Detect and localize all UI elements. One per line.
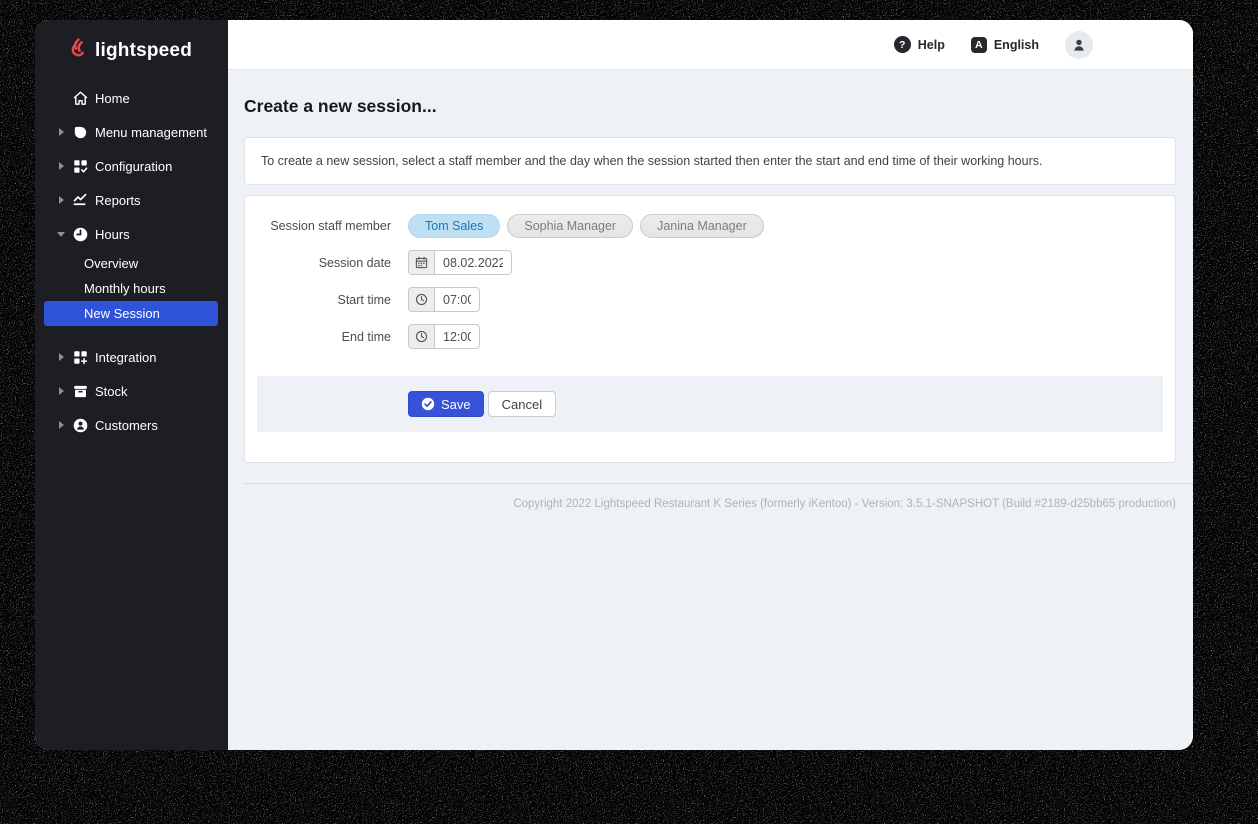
topbar: ? Help A English (228, 20, 1193, 70)
cancel-label: Cancel (501, 396, 543, 412)
home-icon (72, 90, 89, 107)
footer-divider (244, 483, 1193, 484)
sidebar-item-stock[interactable]: Stock (35, 374, 228, 408)
staff-member-row: Session staff member Tom Sales Sophia Ma… (245, 214, 1175, 238)
staff-chip-janina-manager[interactable]: Janina Manager (640, 214, 764, 238)
sidebar-item-hours[interactable]: Hours (35, 217, 228, 251)
session-form: Session staff member Tom Sales Sophia Ma… (244, 195, 1176, 463)
sidebar-item-configuration[interactable]: Configuration (35, 149, 228, 183)
chevron-right-icon (56, 162, 66, 170)
chevron-right-icon (56, 353, 66, 361)
language-label: English (993, 37, 1039, 52)
end-time-row: End time (245, 324, 1175, 349)
clock-icon (408, 324, 434, 349)
sidebar-item-label: Customers (95, 417, 158, 433)
page-content: Create a new session... To create a new … (228, 70, 1193, 750)
end-time-input[interactable] (434, 324, 480, 349)
end-time-label: End time (341, 329, 391, 344)
integration-icon (72, 349, 89, 366)
clock-icon (408, 287, 434, 312)
sidebar-item-reports[interactable]: Reports (35, 183, 228, 217)
chip-label: Janina Manager (657, 219, 747, 233)
copyright-text: Copyright 2022 Lightspeed Restaurant K S… (513, 498, 1176, 510)
session-date-row: Session date (245, 250, 1175, 275)
start-time-row: Start time (245, 287, 1175, 312)
main-area: ? Help A English Create a new session...… (228, 20, 1193, 750)
sidebar-subitem-monthly-hours[interactable]: Monthly hours (35, 276, 228, 301)
sidebar-nav: Home Menu management Configuration Repor… (35, 64, 228, 442)
brand-name: lightspeed (95, 39, 193, 61)
customers-icon (72, 417, 89, 434)
form-actions: Save Cancel (257, 376, 1163, 432)
help-icon: ? (893, 36, 911, 53)
start-time-label: Start time (337, 292, 392, 307)
sidebar-item-label: Reports (95, 192, 141, 208)
app-window: lightspeed Home Menu management Configur… (35, 20, 1193, 750)
person-icon (1074, 39, 1084, 51)
user-avatar[interactable] (1065, 30, 1093, 59)
sidebar-item-label: Menu management (95, 124, 208, 140)
menu-management-icon (72, 124, 89, 141)
start-time-group (408, 287, 480, 312)
save-button[interactable]: Save (408, 391, 484, 417)
sidebar-item-label: Configuration (95, 158, 173, 174)
page-title: Create a new session... (244, 96, 437, 116)
check-circle-icon (421, 397, 435, 411)
sidebar-subitem-overview[interactable]: Overview (35, 251, 228, 276)
flame-icon (66, 37, 88, 64)
stage: lightspeed Home Menu management Configur… (0, 0, 1258, 824)
chevron-right-icon (56, 421, 66, 429)
session-date-label: Session date (318, 255, 391, 270)
staff-member-options: Tom Sales Sophia Manager Janina Manager (408, 214, 771, 238)
session-date-input[interactable] (434, 250, 512, 275)
sidebar-item-label: Home (95, 90, 130, 106)
hours-submenu: Overview Monthly hours New Session (35, 251, 228, 326)
chevron-down-icon (56, 231, 66, 237)
chevron-right-icon (56, 387, 66, 395)
calendar-icon (408, 250, 434, 275)
sidebar-subitem-new-session[interactable]: New Session (44, 301, 218, 326)
sidebar-item-customers[interactable]: Customers (35, 408, 228, 442)
hours-clock-icon (72, 226, 89, 243)
configuration-icon (72, 158, 89, 175)
subitem-label: Monthly hours (84, 281, 166, 296)
chevron-right-icon (56, 196, 66, 204)
sidebar-item-home[interactable]: Home (35, 81, 228, 115)
end-time-group (408, 324, 480, 349)
cancel-button[interactable]: Cancel (487, 391, 557, 417)
lightspeed-logo[interactable]: lightspeed (35, 20, 228, 64)
staff-member-label: Session staff member (270, 219, 391, 233)
intro-message: To create a new session, select a staff … (244, 137, 1176, 185)
start-time-input[interactable] (434, 287, 480, 312)
stock-icon (72, 383, 89, 400)
staff-chip-sophia-manager[interactable]: Sophia Manager (507, 214, 634, 238)
chip-label: Sophia Manager (524, 219, 617, 233)
sidebar-item-label: Integration (95, 349, 157, 365)
help-label: Help (917, 37, 945, 52)
intro-text: To create a new session, select a staff … (261, 154, 1043, 168)
chevron-right-icon (56, 128, 66, 136)
translate-icon: A (970, 36, 987, 53)
sidebar-item-label: Hours (95, 226, 130, 242)
staff-chip-tom-sales[interactable]: Tom Sales (408, 214, 501, 238)
language-button[interactable]: A English (970, 36, 1039, 53)
session-date-group (408, 250, 512, 275)
sidebar-item-integration[interactable]: Integration (35, 340, 228, 374)
subitem-label: New Session (84, 306, 160, 321)
help-button[interactable]: ? Help (893, 36, 945, 53)
sidebar-item-menu-management[interactable]: Menu management (35, 115, 228, 149)
sidebar-item-label: Stock (95, 383, 128, 399)
chip-label: Tom Sales (425, 219, 484, 233)
subitem-label: Overview (84, 256, 139, 271)
sidebar: lightspeed Home Menu management Configur… (35, 20, 228, 750)
reports-icon (72, 192, 89, 209)
save-label: Save (441, 396, 471, 412)
